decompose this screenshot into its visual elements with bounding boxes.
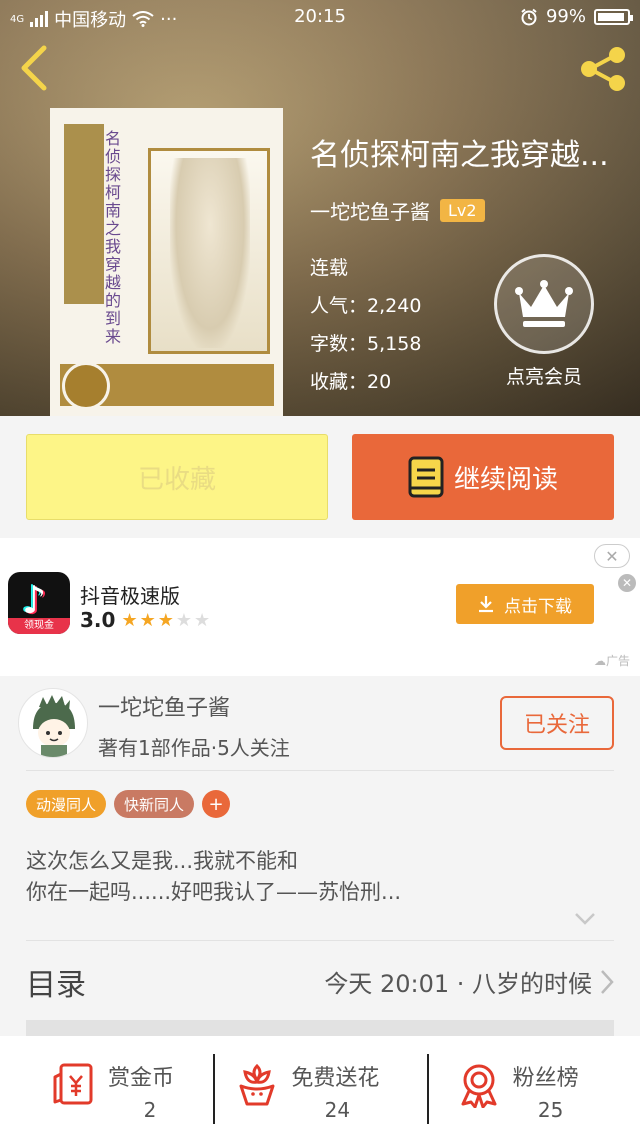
synopsis-line: 你在一起吗......好吧我认了——苏怡刑... <box>26 880 402 904</box>
avatar-illustration <box>33 695 75 757</box>
vip-button[interactable]: 点亮会员 <box>494 254 594 389</box>
divider <box>26 770 614 771</box>
ad-close-button[interactable]: ✕ <box>594 544 630 568</box>
ad-download-label: 点击下载 <box>504 596 572 617</box>
reward-coins-button[interactable]: 赏金币 2 <box>0 1036 213 1138</box>
ad-banner[interactable]: ✕ ✕ ♪ 领现金 抖音极速版 3.0 ★★★★★ 点击下载 ☁广告 <box>0 538 640 676</box>
synopsis[interactable]: 这次怎么又是我...我就不能和 你在一起吗......好吧我认了——苏怡刑... <box>26 846 614 908</box>
star-filled-icon: ★ <box>121 609 140 631</box>
catalog-row[interactable]: 目录 今天 20:01 · 八岁的时候 <box>0 942 640 1020</box>
star-empty-icon: ★ <box>175 609 194 631</box>
star-empty-icon: ★ <box>194 609 213 631</box>
author-card[interactable]: 一坨坨鱼子酱 著有1部作品·5人关注 已关注 <box>0 676 640 770</box>
latest-chapter: 今天 20:01 · 八岁的时候 <box>324 970 592 998</box>
fan-ranking-button[interactable]: 粉丝榜 25 <box>426 1036 640 1138</box>
status-bar: 4G 中国移动 ··· 20:15 99% <box>0 0 640 34</box>
cover-title: 名侦探柯南之我穿越的到来 <box>102 130 121 346</box>
author-avatar[interactable] <box>18 688 88 758</box>
action-bar: 已收藏 继续阅读 <box>0 416 640 538</box>
section-separator <box>26 1020 614 1036</box>
crown-icon <box>515 280 573 327</box>
flower-icon <box>239 1063 275 1106</box>
medal-icon <box>461 1064 497 1108</box>
book-author[interactable]: 一坨坨鱼子酱 <box>310 196 430 225</box>
chevron-right-icon <box>601 970 614 994</box>
send-flowers-count: 24 <box>324 1098 351 1122</box>
cover-illustration <box>170 158 250 348</box>
rating-stars: ★★★★★ <box>121 610 212 631</box>
download-icon <box>479 596 493 613</box>
follow-button[interactable]: 已关注 <box>500 696 614 750</box>
add-tag-button[interactable]: + <box>202 790 231 818</box>
send-flowers-button[interactable]: 免费送花 24 <box>213 1036 426 1138</box>
alarm-icon <box>521 8 537 25</box>
divider <box>26 940 614 941</box>
ad-icon-chip: 领现金 <box>8 618 70 634</box>
fan-ranking-count: 25 <box>537 1098 564 1122</box>
book-icon <box>408 456 444 498</box>
red-envelope-icon <box>53 1063 93 1105</box>
battery-icon <box>594 8 633 25</box>
bottom-toolbar: 赏金币 2 免费送花 24 粉丝榜 25 <box>0 1036 640 1138</box>
music-note-icon: ♪ <box>22 578 47 622</box>
send-flowers-label: 免费送花 <box>291 1066 380 1091</box>
chevron-down-icon <box>575 913 595 925</box>
star-filled-icon: ★ <box>157 609 176 631</box>
cover-circle <box>62 362 110 410</box>
share-button[interactable] <box>578 46 628 92</box>
book-cover[interactable]: 名侦探柯南之我穿越的到来 <box>50 108 283 416</box>
collected-button[interactable]: 已收藏 <box>26 434 328 520</box>
ad-app-icon[interactable]: ♪ 领现金 <box>8 572 70 634</box>
ad-rating: 3.0 ★★★★★ <box>80 608 212 632</box>
expand-button[interactable] <box>572 906 598 932</box>
tag-item[interactable]: 快新同人 <box>114 790 195 818</box>
ad-download-button[interactable]: 点击下载 <box>456 584 594 624</box>
fan-ranking-label: 粉丝榜 <box>512 1066 579 1091</box>
share-icon <box>581 47 625 91</box>
ad-rating-score: 3.0 <box>80 608 116 632</box>
back-button[interactable] <box>14 44 54 94</box>
ad-tag: ☁广告 <box>593 654 630 668</box>
author-name: 一坨坨鱼子酱 <box>98 696 231 721</box>
reward-coins-label: 赏金币 <box>108 1066 175 1091</box>
continue-reading-label: 继续阅读 <box>453 464 558 495</box>
ad-app-name: 抖音极速版 <box>80 584 180 608</box>
reward-coins-count: 2 <box>143 1098 157 1122</box>
book-title: 名侦探柯南之我穿越... <box>310 138 609 173</box>
continue-reading-button[interactable]: 继续阅读 <box>352 434 614 520</box>
author-stats: 著有1部作品·5人关注 <box>98 736 290 760</box>
battery-percent: 99% <box>545 6 586 27</box>
tag-item[interactable]: 动漫同人 <box>26 790 107 818</box>
catalog-label: 目录 <box>26 968 86 1003</box>
book-header: 4G 中国移动 ··· 20:15 99% 名侦探柯南之我穿越的到来 名侦探柯南… <box>0 0 640 416</box>
star-filled-icon: ★ <box>139 609 158 631</box>
synopsis-line: 这次怎么又是我...我就不能和 <box>26 849 299 873</box>
level-badge: Lv2 <box>440 199 485 222</box>
vip-label: 点亮会员 <box>505 366 582 388</box>
chevron-left-icon <box>21 45 47 91</box>
ad-dismiss-icon[interactable]: ✕ <box>618 574 636 592</box>
tag-list: 动漫同人 快新同人 + <box>26 790 231 818</box>
